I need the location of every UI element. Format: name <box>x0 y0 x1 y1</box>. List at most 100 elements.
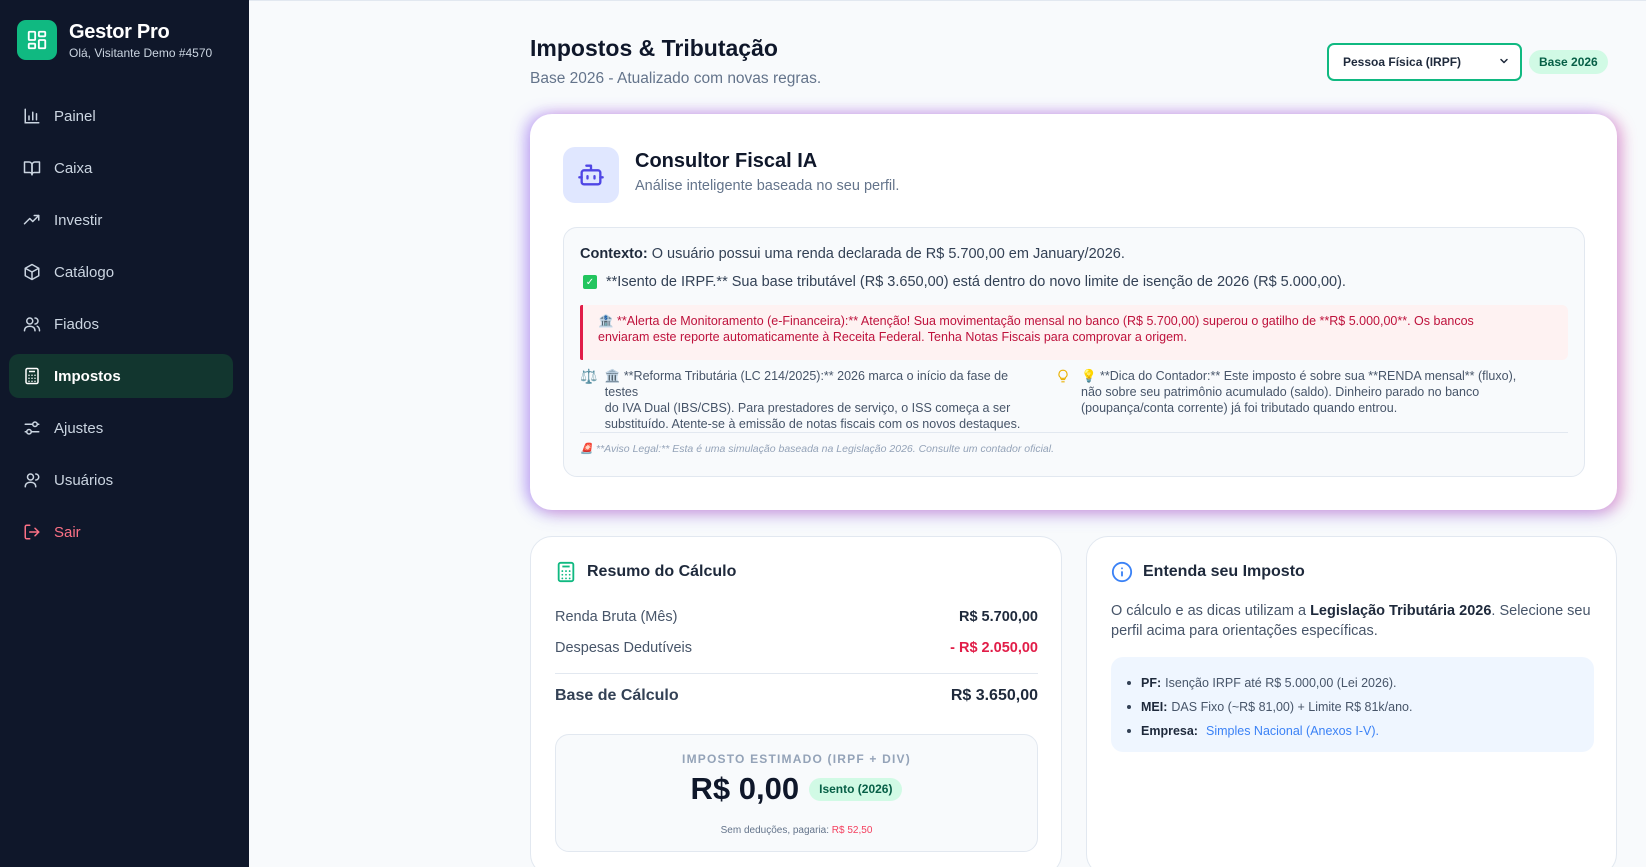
context-text: O usuário possui uma renda declarada de … <box>651 246 1125 262</box>
book-icon <box>22 158 42 178</box>
context-label: Contexto: <box>580 246 648 262</box>
no-deduction-label: Sem deduções, pagaria: <box>720 825 830 836</box>
profile-select-value: Pessoa Física (IRPF) <box>1343 55 1462 69</box>
ai-subtitle: Análise inteligente baseada no seu perfi… <box>635 178 900 194</box>
sidebar-item-ajustes[interactable]: Ajustes <box>9 406 233 450</box>
page-subtitle: Base 2026 - Atualizado com novas regras. <box>530 70 822 87</box>
sidebar-item-label: Impostos <box>54 367 121 385</box>
tip1-line1: 🏛️ **Reforma Tributária (LC 214/2025):**… <box>604 369 1009 399</box>
sidebar-nav: Painel Caixa Investir Catálogo Fiados Im… <box>9 94 233 562</box>
legal-notice: 🚨 **Aviso Legal:** Esta é uma simulação … <box>580 443 1054 455</box>
explain-text-bold: Legislação Tributária 2026 <box>1310 603 1492 619</box>
page-title: Impostos & Tributação <box>530 35 778 61</box>
sliders-icon <box>22 418 42 438</box>
explain-text-start: O cálculo e as dicas utilizam a <box>1111 603 1307 619</box>
brand: Gestor Pro Olá, Visitante Demo #4570 <box>17 20 212 60</box>
info-icon <box>1111 561 1133 583</box>
divider <box>555 673 1038 674</box>
brand-name: Gestor Pro <box>69 20 170 43</box>
sidebar-item-label: Usuários <box>54 471 114 489</box>
alert-text-line1: 🏦 **Alerta de Monitoramento (e-Financeir… <box>598 314 1474 328</box>
exempt-text: **Isento de IRPF.** Sua base tributável … <box>606 274 1346 290</box>
list-item: Empresa: Simples Nacional (Anexos I-V). <box>1127 719 1594 743</box>
gross-income-row: Renda Bruta (Mês) R$ 5.700,00 <box>555 609 1038 625</box>
sidebar-item-label: Fiados <box>54 315 100 333</box>
sidebar-item-label: Sair <box>54 523 81 541</box>
item-link[interactable]: Simples Nacional (Anexos I-V). <box>1206 724 1379 738</box>
profile-select[interactable]: Pessoa Física (IRPF) <box>1327 43 1522 81</box>
tip2-line3: (poupança/conta corrente) já foi tributa… <box>1081 401 1398 415</box>
calculator-icon <box>555 561 577 583</box>
profile-info-box: PF: Isenção IRPF até R$ 5.000,00 (Lei 202… <box>1111 657 1594 752</box>
deductions-row: Despesas Dedutíveis - R$ 2.050,00 <box>555 640 1038 656</box>
context-line: Contexto: O usuário possui uma renda dec… <box>580 246 1125 262</box>
bar-chart-icon <box>22 106 42 126</box>
explain-title: Entenda seu Imposto <box>1143 563 1305 580</box>
tip2-line1: 💡 **Dica do Contador:** Este imposto é s… <box>1081 369 1517 383</box>
gross-income-label: Renda Bruta (Mês) <box>555 609 678 625</box>
tip2-line2: não sobre seu patrimônio acumulado (sald… <box>1081 385 1480 399</box>
sidebar-item-label: Caixa <box>54 159 93 177</box>
gross-income-value: R$ 5.700,00 <box>958 609 1038 625</box>
base-year-badge: Base 2026 <box>1529 50 1608 74</box>
tax-base-label: Base de Cálculo <box>555 687 679 704</box>
user-greeting: Olá, Visitante Demo #4570 <box>69 45 213 60</box>
trending-up-icon <box>22 210 42 230</box>
no-deduction-value: R$ 52,50 <box>831 825 873 836</box>
top-divider <box>249 0 1646 1</box>
logout-icon <box>22 522 42 542</box>
sidebar-item-catalogo[interactable]: Catálogo <box>9 250 233 294</box>
dashboard-grid-icon <box>17 20 57 60</box>
sidebar-item-investir[interactable]: Investir <box>9 198 233 242</box>
package-icon <box>22 262 42 282</box>
divider <box>580 432 1568 433</box>
sidebar-item-fiados[interactable]: Fiados <box>9 302 233 346</box>
ai-advisor-card: Consultor Fiscal IA Análise inteligente … <box>530 114 1617 510</box>
item-label: PF: <box>1141 676 1162 690</box>
estimated-tax-label: IMPOSTO ESTIMADO (IRPF + DIV) <box>682 752 911 766</box>
sidebar: Gestor Pro Olá, Visitante Demo #4570 Pai… <box>0 0 249 867</box>
lightbulb-icon <box>1056 368 1076 416</box>
deductions-value: - R$ 2.050,00 <box>950 640 1038 656</box>
list-item: MEI: DAS Fixo (~R$ 81,00) + Limite R$ 81k… <box>1127 695 1594 719</box>
tip1-line2: do IVA Dual (IBS/CBS). Para prestadores … <box>604 401 1011 415</box>
sidebar-item-label: Catálogo <box>54 263 115 281</box>
exempt-badge: Isento (2026) <box>809 777 903 801</box>
sidebar-item-usuarios[interactable]: Usuários <box>9 458 233 502</box>
exempt-line: ✓ **Isento de IRPF.** Sua base tributáve… <box>583 274 1346 290</box>
chevron-down-icon <box>1498 55 1510 70</box>
calculator-icon <box>22 366 42 386</box>
item-text: DAS Fixo (~R$ 81,00) + Limite R$ 81k/ano… <box>1171 700 1413 714</box>
summary-header: Resumo do Cálculo <box>555 561 736 583</box>
ai-title: Consultor Fiscal IA <box>635 150 818 172</box>
no-deduction-note: Sem deduções, pagaria: R$ 52,50 <box>556 825 1037 836</box>
scales-icon: ⚖️ <box>580 368 598 384</box>
sidebar-item-label: Painel <box>54 107 96 125</box>
deductions-label: Despesas Dedutíveis <box>555 640 693 656</box>
accountant-tip: 💡 **Dica do Contador:** Este imposto é s… <box>1056 368 1568 416</box>
item-label: MEI: <box>1141 700 1168 714</box>
robot-icon <box>563 147 619 203</box>
explain-header: Entenda seu Imposto <box>1111 561 1305 583</box>
sidebar-item-painel[interactable]: Painel <box>9 94 233 138</box>
summary-title: Resumo do Cálculo <box>587 563 737 580</box>
item-label: Empresa: <box>1141 724 1198 738</box>
sidebar-item-impostos[interactable]: Impostos <box>9 354 233 398</box>
ai-analysis-box: Contexto: O usuário possui uma renda dec… <box>563 227 1585 477</box>
sidebar-item-label: Ajustes <box>54 419 104 437</box>
tax-base-row: Base de Cálculo R$ 3.650,00 <box>555 687 1038 705</box>
estimated-tax-value: R$ 0,00 <box>690 771 800 806</box>
tip1-line3: substituído. Atente-se à emissão de nota… <box>604 417 1021 431</box>
tax-base-value: R$ 3.650,00 <box>950 687 1038 704</box>
user-icon <box>22 470 42 490</box>
monitoring-alert: 🏦 **Alerta de Monitoramento (e-Financeir… <box>580 305 1568 360</box>
sidebar-item-sair[interactable]: Sair <box>9 510 233 554</box>
alert-text-line2: enviaram este reporte automaticamente à … <box>598 330 1187 344</box>
estimated-tax-box: IMPOSTO ESTIMADO (IRPF + DIV) R$ 0,00 Is… <box>555 734 1038 852</box>
calculation-summary-card: Resumo do Cálculo Renda Bruta (Mês) R$ 5… <box>530 536 1062 867</box>
sidebar-item-caixa[interactable]: Caixa <box>9 146 233 190</box>
understand-tax-card: Entenda seu Imposto O cálculo e as dicas… <box>1086 536 1617 867</box>
sidebar-item-label: Investir <box>54 211 103 229</box>
users-icon <box>22 314 42 334</box>
explain-text: O cálculo e as dicas utilizam a Legislaç… <box>1111 601 1591 641</box>
